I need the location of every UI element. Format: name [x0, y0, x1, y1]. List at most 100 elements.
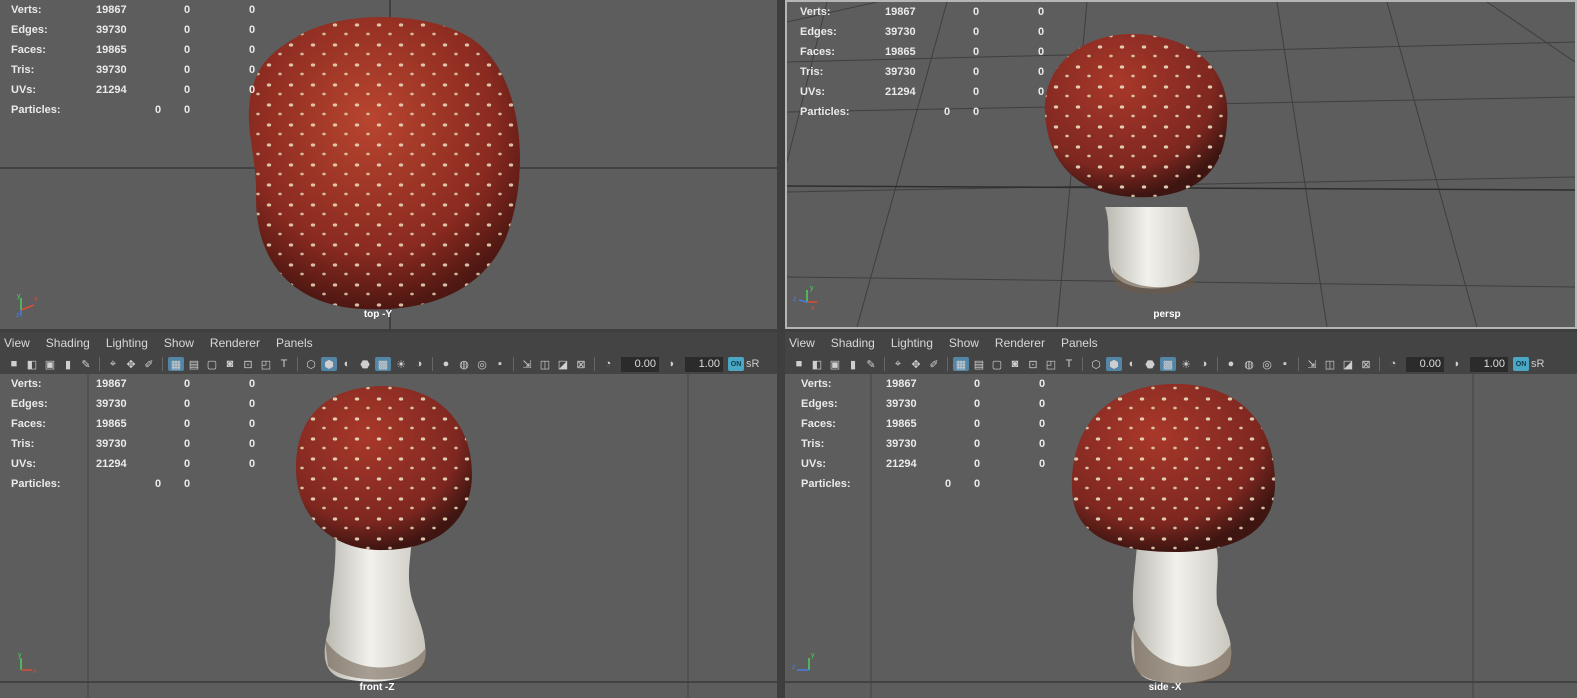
- axis-label-y: y: [17, 293, 21, 300]
- menu-panels[interactable]: Panels: [276, 336, 321, 350]
- image-plane-icon[interactable]: ✎: [863, 357, 879, 371]
- depth-of-field-icon[interactable]: ▪: [1277, 357, 1293, 371]
- xray-components-icon[interactable]: ⊠: [1358, 357, 1374, 371]
- smooth-shade-icon[interactable]: ⬢: [321, 357, 337, 371]
- pen-icon[interactable]: ✐: [926, 357, 942, 371]
- depth-of-field-icon[interactable]: ▪: [492, 357, 508, 371]
- stat-value: 0: [1039, 418, 1046, 430]
- safe-action-icon[interactable]: ◰: [258, 357, 274, 371]
- textured-icon[interactable]: ▩: [1160, 357, 1176, 371]
- resolution-gate-icon[interactable]: ▢: [204, 357, 220, 371]
- viewport-top[interactable]: Verts: 19867 0 0 Edges: 39730 0 0 Faces: 19865 0…: [0, 0, 777, 329]
- grease-pencil-icon[interactable]: ⌖: [105, 357, 121, 371]
- shadows-icon[interactable]: ◑: [411, 357, 427, 371]
- wireframe-on-shaded-icon[interactable]: ⬣: [357, 357, 373, 371]
- field-chart-icon[interactable]: ⊡: [240, 357, 256, 371]
- vertical-split-divider[interactable]: [777, 0, 785, 698]
- cap-spots: [248, 17, 520, 310]
- view-transform-label[interactable]: sR: [1531, 358, 1544, 370]
- grid-toggle-icon[interactable]: ▦: [953, 357, 969, 371]
- exposure-icon[interactable]: ◔: [600, 357, 616, 371]
- camera-attributes-icon[interactable]: ◧: [809, 357, 825, 371]
- bookmark-camera-icon[interactable]: ▣: [827, 357, 843, 371]
- menu-shading[interactable]: Shading: [46, 336, 98, 350]
- stat-label: Verts:: [11, 4, 42, 16]
- image-plane-icon[interactable]: ✎: [78, 357, 94, 371]
- stat-value: 0: [184, 64, 191, 76]
- motion-blur-icon[interactable]: ◍: [1241, 357, 1257, 371]
- smooth-shade-icon[interactable]: ⬢: [1106, 357, 1122, 371]
- grease-pencil-icon[interactable]: ⌖: [890, 357, 906, 371]
- menu-show[interactable]: Show: [164, 336, 202, 350]
- field-chart-icon[interactable]: ⊡: [1025, 357, 1041, 371]
- resolution-gate-icon[interactable]: ▢: [989, 357, 1005, 371]
- xray-icon[interactable]: ◫: [1322, 357, 1338, 371]
- menu-panels[interactable]: Panels: [1061, 336, 1106, 350]
- menu-lighting[interactable]: Lighting: [106, 336, 156, 350]
- viewport-front[interactable]: Verts: 19867 0 0 Edges: 39730 0 0 Faces: 19865 0…: [0, 374, 777, 698]
- xray-joints-icon[interactable]: ◪: [555, 357, 571, 371]
- gate-mask-icon[interactable]: ◙: [222, 357, 238, 371]
- xray-joints-icon[interactable]: ◪: [1340, 357, 1356, 371]
- stat-value: 0: [945, 478, 952, 490]
- anti-alias-icon[interactable]: ◎: [1259, 357, 1275, 371]
- safe-title-icon[interactable]: T: [1061, 357, 1077, 371]
- stat-value: 0: [1038, 46, 1045, 58]
- menu-show[interactable]: Show: [949, 336, 987, 350]
- menu-view[interactable]: View: [4, 336, 38, 350]
- bookmark-icon[interactable]: ▮: [845, 357, 861, 371]
- menu-view[interactable]: View: [789, 336, 823, 350]
- grid-toggle-icon[interactable]: ▦: [168, 357, 184, 371]
- color-management-toggle[interactable]: ON: [728, 357, 744, 371]
- stat-value: 0: [184, 418, 191, 430]
- gamma-icon[interactable]: ◗: [1449, 357, 1465, 371]
- film-gate-icon[interactable]: ▤: [971, 357, 987, 371]
- menu-renderer[interactable]: Renderer: [995, 336, 1053, 350]
- wireframe-icon[interactable]: ⬡: [1088, 357, 1104, 371]
- color-management-toggle[interactable]: ON: [1513, 357, 1529, 371]
- menu-lighting[interactable]: Lighting: [891, 336, 941, 350]
- select-camera-icon[interactable]: ■: [6, 357, 22, 371]
- default-material-icon[interactable]: ◐: [339, 357, 355, 371]
- select-camera-icon[interactable]: ■: [791, 357, 807, 371]
- gamma-icon[interactable]: ◗: [664, 357, 680, 371]
- gate-mask-icon[interactable]: ◙: [1007, 357, 1023, 371]
- wireframe-icon[interactable]: ⬡: [303, 357, 319, 371]
- safe-action-icon[interactable]: ◰: [1043, 357, 1059, 371]
- isolate-select-icon[interactable]: ⇲: [1304, 357, 1320, 371]
- bookmark-camera-icon[interactable]: ▣: [42, 357, 58, 371]
- stat-value: 0: [974, 478, 981, 490]
- lights-icon[interactable]: ☀: [393, 357, 409, 371]
- exposure-icon[interactable]: ◔: [1385, 357, 1401, 371]
- isolate-select-icon[interactable]: ⇲: [519, 357, 535, 371]
- motion-blur-icon[interactable]: ◍: [456, 357, 472, 371]
- view-transform-label[interactable]: sR: [746, 358, 759, 370]
- gamma-field[interactable]: 1.00: [685, 356, 723, 372]
- pen-icon[interactable]: ✐: [141, 357, 157, 371]
- xray-icon[interactable]: ◫: [537, 357, 553, 371]
- viewport-persp[interactable]: Verts: 19867 0 0 Edges: 39730 0 0 Faces: 19865 0…: [785, 0, 1577, 329]
- anti-alias-icon[interactable]: ◎: [474, 357, 490, 371]
- menu-shading[interactable]: Shading: [831, 336, 883, 350]
- bookmark-icon[interactable]: ▮: [60, 357, 76, 371]
- exposure-field[interactable]: 0.00: [621, 356, 659, 372]
- shadows-icon[interactable]: ◑: [1196, 357, 1212, 371]
- exposure-field[interactable]: 0.00: [1406, 356, 1444, 372]
- menu-renderer[interactable]: Renderer: [210, 336, 268, 350]
- stat-value: 0: [973, 66, 980, 78]
- two-d-pan-icon[interactable]: ✥: [123, 357, 139, 371]
- gamma-field[interactable]: 1.00: [1470, 356, 1508, 372]
- screen-space-ao-icon[interactable]: ●: [438, 357, 454, 371]
- wireframe-on-shaded-icon[interactable]: ⬣: [1142, 357, 1158, 371]
- lights-icon[interactable]: ☀: [1178, 357, 1194, 371]
- panel-toolbar: ■ ◧ ▣ ▮ ✎ ⌖ ✥ ✐ ▦ ▤ ▢ ◙ ⊡ ◰ T ⬡ ⬢ ◐ ⬣ ▩ …: [785, 354, 1577, 374]
- safe-title-icon[interactable]: T: [276, 357, 292, 371]
- camera-attributes-icon[interactable]: ◧: [24, 357, 40, 371]
- screen-space-ao-icon[interactable]: ●: [1223, 357, 1239, 371]
- xray-components-icon[interactable]: ⊠: [573, 357, 589, 371]
- film-gate-icon[interactable]: ▤: [186, 357, 202, 371]
- two-d-pan-icon[interactable]: ✥: [908, 357, 924, 371]
- viewport-side[interactable]: Verts: 19867 0 0 Edges: 39730 0 0 Faces: 19865 0…: [785, 374, 1577, 698]
- default-material-icon[interactable]: ◐: [1124, 357, 1140, 371]
- textured-icon[interactable]: ▩: [375, 357, 391, 371]
